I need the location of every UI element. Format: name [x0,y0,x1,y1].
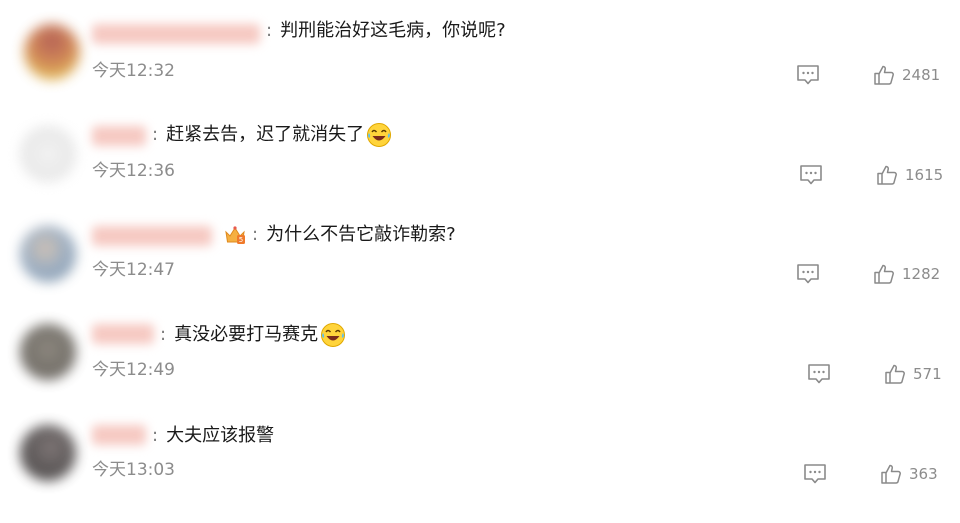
laugh-cry-emoji [321,323,346,347]
thumbs-up-icon [874,65,894,85]
thumbs-up-icon [874,264,894,284]
comment-bubble-icon [797,264,819,284]
comment-text: 大夫应该报警 [166,425,275,446]
colon: : [152,124,159,145]
username-blurred[interactable] [92,324,154,344]
comment-item: 5 : 为什么不告它敲诈勒索? 今天12:47 1282 [0,222,960,322]
like-count: 2481 [902,66,941,84]
comment-item: : 赶紧去告，迟了就消失了 今天12:36 1615 [0,122,960,222]
like-count: 363 [909,465,938,483]
username-blurred[interactable] [92,226,212,246]
reply-button[interactable] [795,64,821,86]
like-count: 571 [913,365,942,383]
laugh-cry-emoji [367,123,392,147]
username-blurred[interactable] [92,126,146,146]
thumbs-up-icon [877,165,897,185]
avatar[interactable] [20,425,76,481]
reply-button[interactable] [798,164,824,186]
colon: : [252,224,259,245]
like-button[interactable]: 2481 [873,63,940,87]
reply-button[interactable] [806,363,832,385]
avatar[interactable] [20,126,76,182]
timestamp: 今天12:47 [92,260,175,280]
comment-bubble-icon [800,165,822,185]
username-blurred[interactable] [92,425,146,445]
like-button[interactable]: 1615 [876,163,943,187]
like-button[interactable]: 363 [880,462,938,486]
colon: : [152,425,159,446]
timestamp: 今天12:32 [92,61,175,81]
username-blurred[interactable] [92,24,260,44]
like-count: 1282 [902,265,941,283]
thumbs-up-icon [885,364,905,384]
comment-text: 为什么不告它敲诈勒索? [266,224,456,245]
timestamp: 今天12:49 [92,360,175,380]
comment-text: 真没必要打马赛克 [174,324,319,345]
like-button[interactable]: 571 [884,362,942,386]
like-button[interactable]: 1282 [873,262,940,286]
avatar[interactable] [20,324,76,380]
comment-bubble-icon [808,364,830,384]
colon: : [160,324,167,345]
comment-item: : 真没必要打马赛克 今天12:49 571 [0,322,960,422]
comment-item: : 判刑能治好这毛病，你说呢? 今天12:32 2481 [0,18,960,118]
comment-bubble-icon [797,65,819,85]
comment-text: 赶紧去告，迟了就消失了 [166,124,365,145]
avatar[interactable] [20,226,76,282]
timestamp: 今天13:03 [92,460,175,480]
reply-button[interactable] [795,263,821,285]
crown-badge-icon: 5 [224,224,246,246]
avatar[interactable] [24,24,80,80]
svg-text:5: 5 [239,236,243,244]
thumbs-up-icon [881,464,901,484]
timestamp: 今天12:36 [92,161,175,181]
reply-button[interactable] [802,463,828,485]
like-count: 1615 [905,166,944,184]
comment-item: : 大夫应该报警 今天13:03 363 [0,423,960,523]
comment-text: 判刑能治好这毛病，你说呢? [280,20,506,41]
colon: : [266,20,273,41]
comment-bubble-icon [804,464,826,484]
